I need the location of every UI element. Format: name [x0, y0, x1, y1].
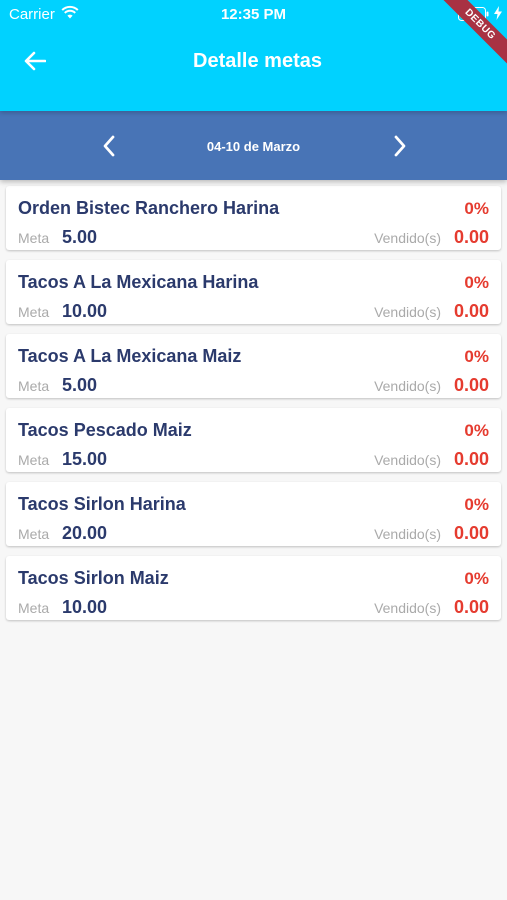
meta-label: Meta [18, 378, 50, 394]
goal-card[interactable]: Tacos Sirlon Maiz 0% Meta 10.00 Vendido(… [6, 556, 501, 620]
sold-value: 0.00 [453, 301, 489, 321]
goal-percent: 0% [464, 199, 489, 218]
meta-value: 5.00 [62, 375, 98, 395]
goal-name: Tacos Pescado Maiz [18, 420, 192, 440]
sold-label: Vendido(s) [374, 230, 441, 246]
meta-label: Meta [18, 526, 50, 542]
goal-percent: 0% [464, 421, 489, 440]
status-time: 12:35 PM [220, 6, 287, 23]
charging-bolt-icon [494, 6, 502, 24]
goal-name: Tacos Sirlon Maiz [18, 568, 169, 588]
goal-card[interactable]: Tacos A La Mexicana Harina 0% Meta 10.00… [6, 260, 501, 324]
goal-card[interactable]: Tacos Pescado Maiz 0% Meta 15.00 Vendido… [6, 408, 501, 472]
goal-percent: 0% [464, 569, 489, 588]
goal-card[interactable]: Tacos Sirlon Harina 0% Meta 20.00 Vendid… [6, 482, 501, 546]
sold-value: 0.00 [453, 375, 489, 395]
sold-label: Vendido(s) [374, 600, 441, 616]
sold-label: Vendido(s) [374, 452, 441, 468]
goal-percent: 0% [464, 347, 489, 366]
goal-card[interactable]: Tacos A La Mexicana Maiz 0% Meta 5.00 Ve… [6, 334, 501, 398]
goal-percent: 0% [464, 495, 489, 514]
meta-value: 5.00 [62, 227, 98, 247]
week-range-label: 04-10 de Marzo [206, 139, 301, 154]
sold-value: 0.00 [453, 449, 489, 469]
sold-value: 0.00 [453, 597, 489, 617]
goal-name: Tacos Sirlon Harina [18, 494, 186, 514]
goal-card[interactable]: Orden Bistec Ranchero Harina 0% Meta 5.0… [6, 186, 501, 250]
sold-label: Vendido(s) [374, 378, 441, 394]
goal-name: Tacos A La Mexicana Maiz [18, 346, 242, 366]
status-bar: Carrier 12:35 PM [0, 0, 507, 30]
meta-label: Meta [18, 230, 50, 246]
meta-value: 10.00 [62, 301, 108, 321]
goal-percent: 0% [464, 273, 489, 292]
meta-value: 10.00 [62, 597, 108, 617]
sold-label: Vendido(s) [374, 526, 441, 542]
page-title: Detalle metas [193, 50, 322, 72]
week-selector: 04-10 de Marzo [0, 111, 507, 180]
sold-label: Vendido(s) [374, 304, 441, 320]
meta-value: 15.00 [62, 449, 108, 469]
next-week-button[interactable] [385, 131, 415, 161]
meta-label: Meta [18, 452, 50, 468]
meta-label: Meta [18, 304, 50, 320]
chevron-right-icon [394, 135, 406, 157]
app-header: Carrier 12:35 PM Detalle metas [0, 0, 507, 111]
meta-value: 20.00 [62, 523, 108, 543]
goal-list: Orden Bistec Ranchero Harina 0% Meta 5.0… [0, 186, 507, 630]
meta-label: Meta [18, 600, 50, 616]
sold-value: 0.00 [453, 227, 489, 247]
goal-name: Tacos A La Mexicana Harina [18, 272, 259, 292]
sold-value: 0.00 [453, 523, 489, 543]
goal-name: Orden Bistec Ranchero Harina [18, 198, 280, 218]
